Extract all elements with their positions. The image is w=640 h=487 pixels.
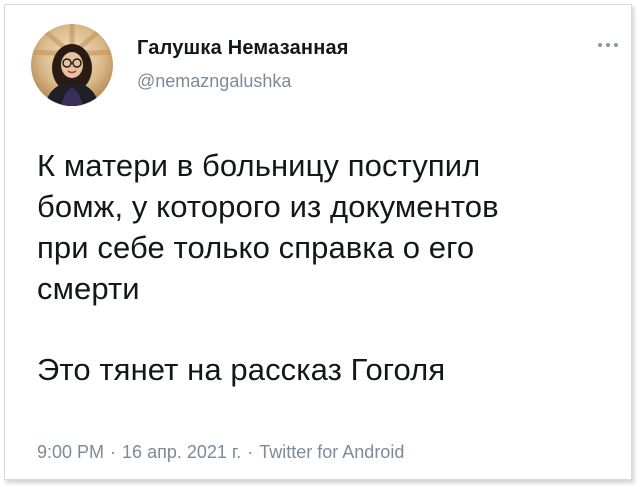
- tweet-text-line: К матери в больницу поступил: [37, 148, 481, 183]
- tweet-text-line: при себе только справка о его: [37, 230, 475, 265]
- tweet-closing-line: Это тянет на рассказ Гоголя: [37, 352, 446, 387]
- tweet-text: К матери в больницу поступил бомж, у кот…: [37, 145, 627, 390]
- meta-separator: ·: [247, 442, 254, 462]
- avatar-image: [31, 24, 113, 106]
- avatar[interactable]: [31, 24, 113, 106]
- tweet-time[interactable]: 9:00 PM: [37, 442, 104, 462]
- meta-separator: ·: [110, 442, 117, 462]
- more-horizontal-icon[interactable]: [595, 39, 621, 51]
- tweet-meta: 9:00 PM · 16 апр. 2021 г. · Twitter for Andr…: [37, 442, 404, 463]
- author-display-name[interactable]: Галушка Немазанная: [137, 37, 349, 60]
- tweet-date[interactable]: 16 апр. 2021 г.: [122, 442, 241, 462]
- tweet-card: Галушка Немазанная @nemazngalushka К мат…: [4, 4, 632, 480]
- tweet-text-line: смерти: [37, 271, 140, 306]
- tweet-source-link[interactable]: Twitter for Android: [259, 442, 404, 462]
- tweet-text-line: бомж, у которого из документов: [37, 189, 499, 224]
- author-handle[interactable]: @nemazngalushka: [137, 71, 291, 92]
